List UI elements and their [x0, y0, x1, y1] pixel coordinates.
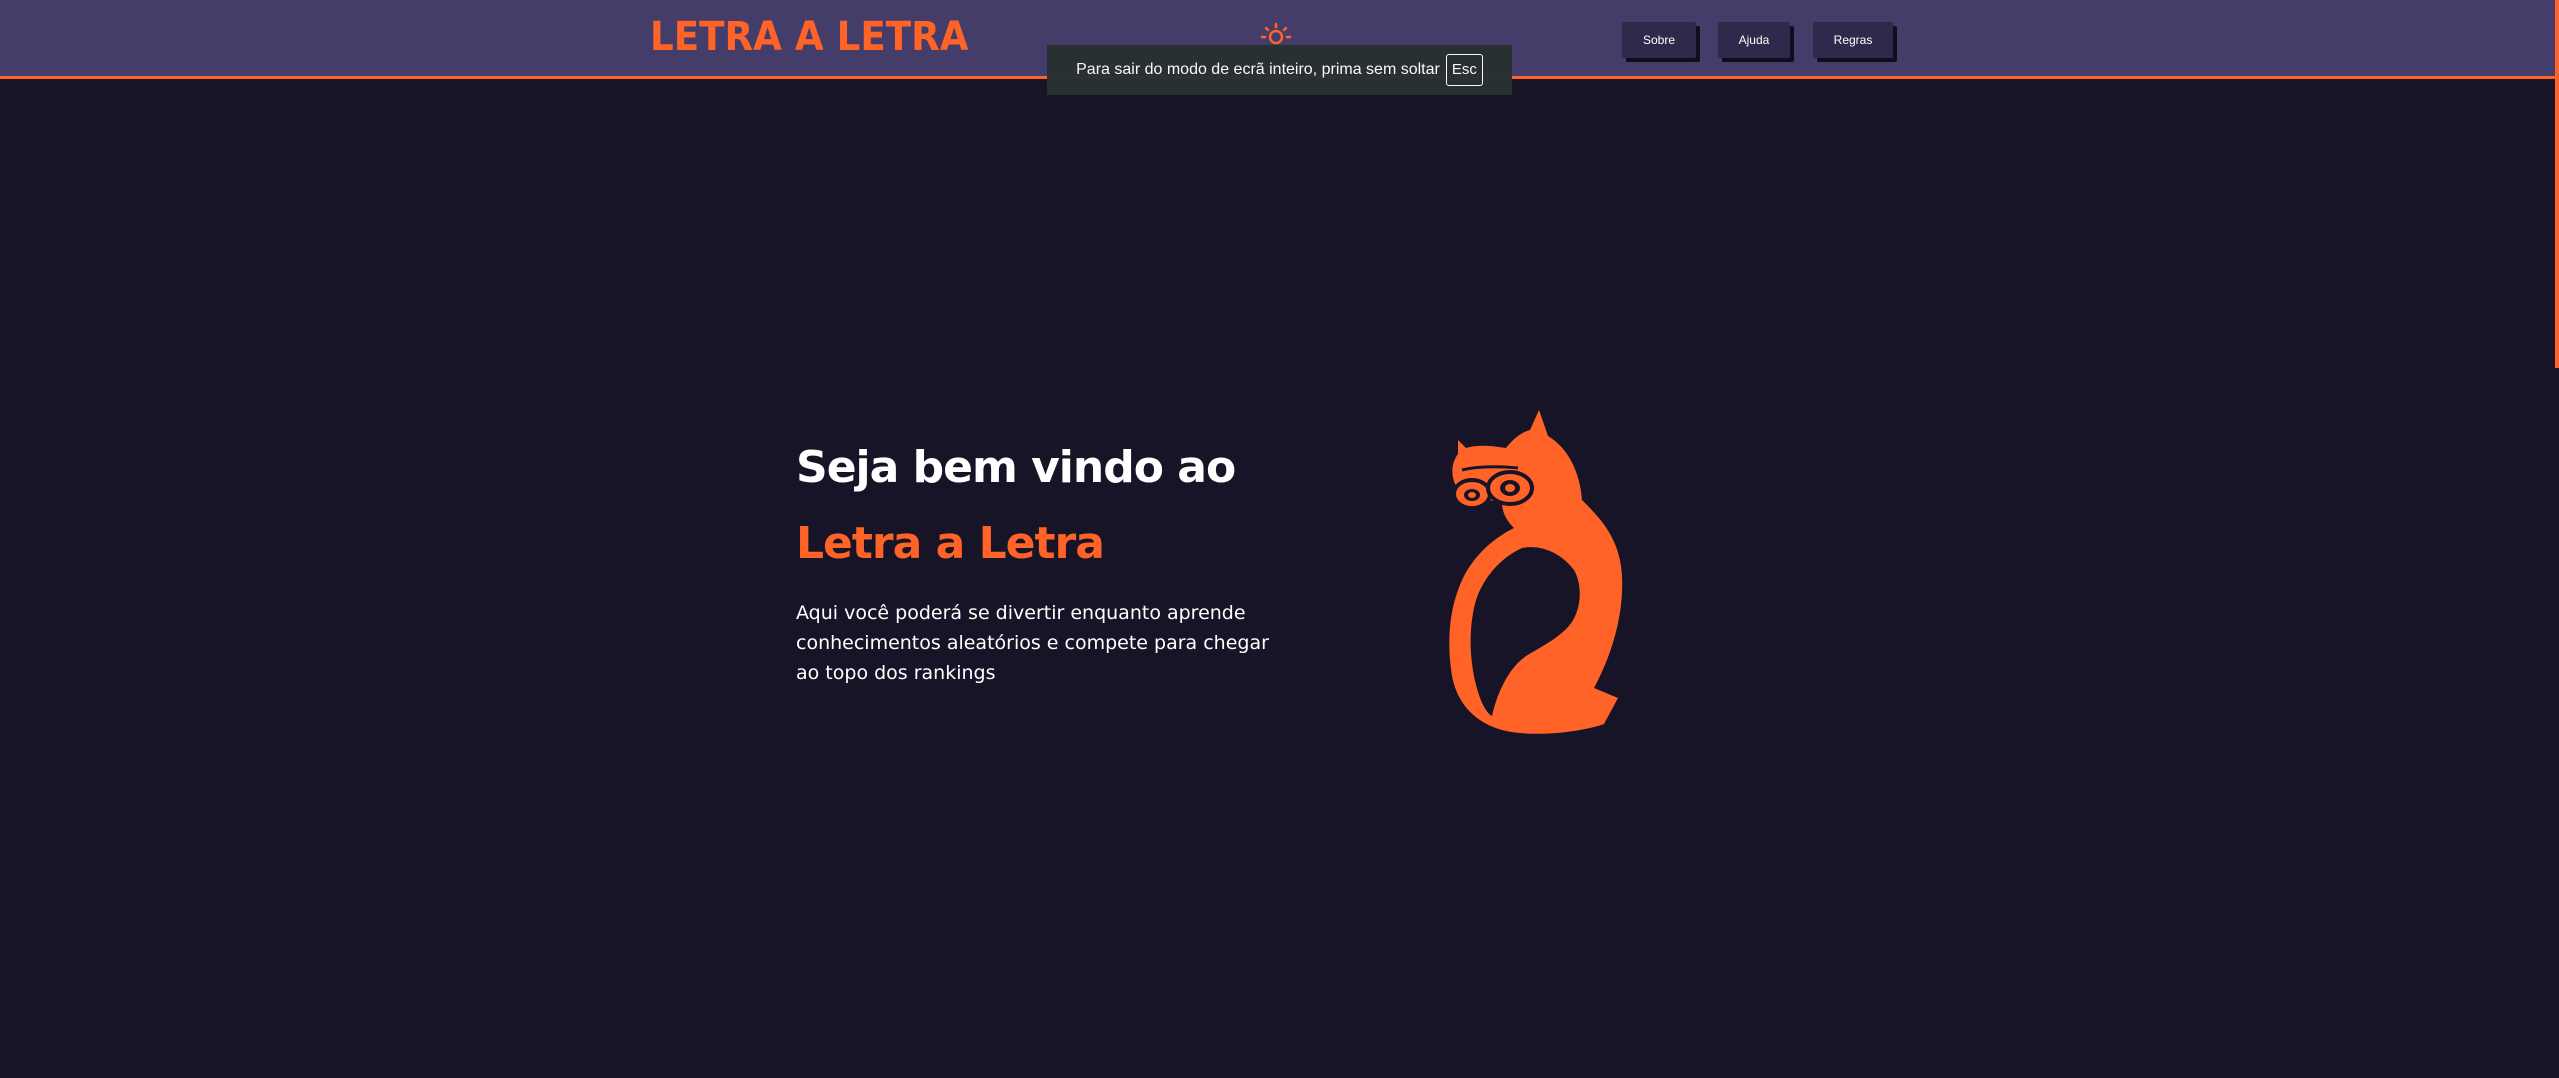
regras-button[interactable]: Regras [1813, 22, 1893, 58]
sobre-button[interactable]: Sobre [1622, 22, 1696, 58]
hero-description: Aqui você poderá se divertir enquanto ap… [796, 602, 1269, 684]
fullscreen-exit-notice: Para sair do modo de ecrã inteiro, prima… [1047, 45, 1512, 95]
owl-illustration [1422, 408, 1630, 734]
hero-title-line1: Seja bem vindo ao [796, 442, 1236, 493]
site-logo[interactable]: LETRA A LETRA [650, 14, 969, 60]
owl-icon [1449, 410, 1623, 734]
hero-section: Seja bem vindo ao Letra a Letra Aqui voc… [796, 432, 1316, 688]
scrollbar[interactable] [2555, 0, 2559, 368]
ajuda-button[interactable]: Ajuda [1718, 22, 1790, 58]
esc-key-badge: Esc [1445, 54, 1483, 86]
hero-title-line2: Letra a Letra [796, 518, 1105, 569]
fullscreen-notice-text: Para sair do modo de ecrã inteiro, prima… [1076, 61, 1440, 78]
